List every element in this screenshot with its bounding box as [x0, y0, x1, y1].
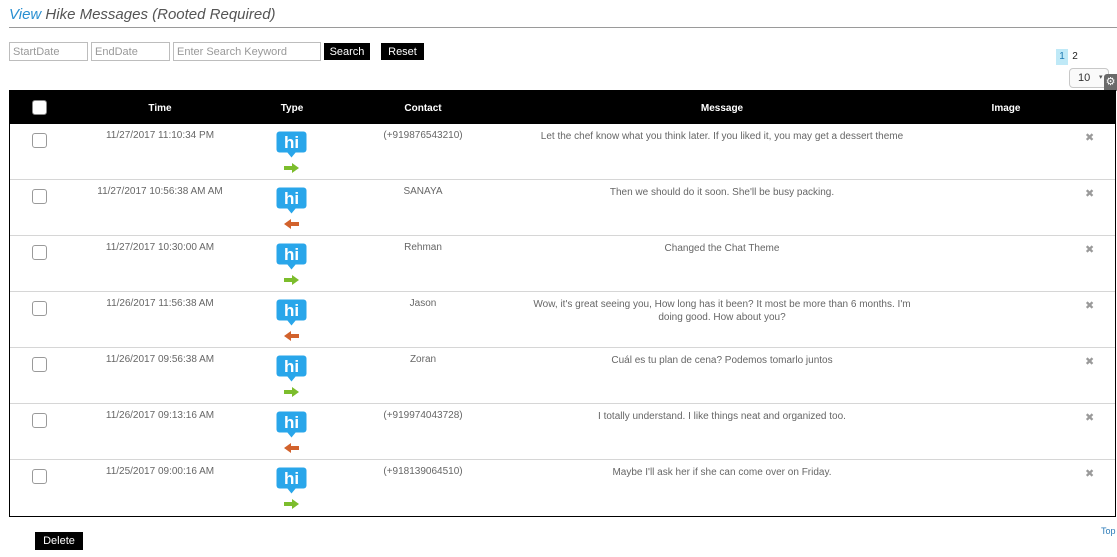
message-text: I totally understand. I like things neat…: [598, 411, 846, 422]
column-header-message[interactable]: Message: [701, 103, 743, 114]
page-2-link[interactable]: 2: [1069, 49, 1081, 65]
svg-text:hi: hi: [284, 189, 299, 208]
row-checkbox[interactable]: [32, 189, 47, 204]
page-title-text: Hike Messages (Rooted Required): [45, 6, 276, 23]
message-contact: (+919974043728): [383, 410, 463, 421]
svg-text:hi: hi: [284, 133, 299, 152]
message-text: Maybe I'll ask her if she can come over …: [612, 467, 832, 478]
message-contact: Rehman: [404, 242, 442, 253]
hike-messenger-icon: hi: [276, 131, 307, 158]
svg-text:hi: hi: [284, 357, 299, 376]
search-button[interactable]: Search: [324, 43, 370, 60]
arrow-left-icon: [284, 443, 299, 453]
table-row: 11/26/2017 09:13:16 AM hi (+919974043728) I…: [10, 404, 1115, 460]
table-row: 11/27/2017 10:56:38 AM AM hi SANAYA Then we…: [10, 180, 1115, 236]
column-header-type[interactable]: Type: [281, 103, 304, 114]
message-contact: Zoran: [409, 354, 437, 365]
svg-text:hi: hi: [284, 469, 299, 488]
table-body: 11/27/2017 11:10:34 PM hi (+919876543210) L…: [10, 124, 1115, 516]
column-header-time[interactable]: Time: [148, 103, 171, 114]
message-type: hi: [276, 187, 307, 229]
message-text: Let the chef know what you think later. …: [540, 131, 904, 142]
message-time: 11/26/2017 09:13:16 AM: [105, 410, 215, 421]
message-time: 11/25/2017 09:00:16 AM: [105, 466, 215, 477]
arrow-right-icon: [284, 275, 299, 285]
view-link[interactable]: View: [9, 6, 41, 23]
title-divider: [9, 27, 1117, 28]
close-icon[interactable]: ✖: [1085, 467, 1094, 480]
filter-bar: Search Reset: [9, 42, 424, 61]
message-contact: SANAYA: [403, 186, 443, 197]
message-time: 11/27/2017 11:10:34 PM: [105, 130, 215, 141]
svg-text:hi: hi: [284, 301, 299, 320]
arrow-right-icon: [284, 499, 299, 509]
message-time: 11/26/2017 09:56:38 AM: [105, 354, 215, 365]
table-row: 11/26/2017 09:56:38 AM hi Zoran Cuál es tu …: [10, 348, 1115, 404]
message-time: 11/27/2017 10:56:38 AM AM: [97, 186, 223, 197]
close-icon[interactable]: ✖: [1085, 299, 1094, 312]
select-all-checkbox[interactable]: [32, 100, 47, 115]
message-type: hi: [276, 355, 307, 397]
message-type: hi: [276, 299, 307, 341]
close-icon[interactable]: ✖: [1085, 411, 1094, 424]
message-contact: Jason: [409, 298, 437, 309]
page-size-select[interactable]: 10 ▾: [1069, 68, 1109, 88]
arrow-right-icon: [284, 387, 299, 397]
message-type: hi: [276, 243, 307, 285]
message-text: Then we should do it soon. She'll be bus…: [609, 187, 835, 198]
reset-button[interactable]: Reset: [381, 43, 424, 60]
message-time: 11/26/2017 11:56:38 AM: [106, 298, 214, 309]
message-text: Changed the Chat Theme: [664, 243, 780, 254]
top-link[interactable]: Top: [1101, 526, 1116, 536]
messages-table: Time Type Contact Message Image 11/27/20…: [9, 90, 1116, 517]
message-text: Wow, it's great seeing you, How long has…: [533, 299, 911, 323]
row-checkbox[interactable]: [32, 413, 47, 428]
row-checkbox[interactable]: [32, 469, 47, 484]
pagination: 1 2: [1056, 49, 1081, 65]
end-date-input[interactable]: [91, 42, 170, 61]
message-type: hi: [276, 411, 307, 453]
page-title: View Hike Messages (Rooted Required): [9, 6, 276, 23]
message-type: hi: [276, 467, 307, 509]
delete-button[interactable]: Delete: [35, 532, 83, 550]
arrow-left-icon: [284, 219, 299, 229]
arrow-left-icon: [284, 331, 299, 341]
close-icon[interactable]: ✖: [1085, 131, 1094, 144]
page-1-link[interactable]: 1: [1056, 49, 1068, 65]
hike-messenger-icon: hi: [276, 355, 307, 382]
start-date-input[interactable]: [9, 42, 88, 61]
message-contact: (+919876543210): [383, 130, 463, 141]
row-checkbox[interactable]: [32, 357, 47, 372]
search-keyword-input[interactable]: [173, 42, 321, 61]
message-contact: (+918139064510): [383, 466, 463, 477]
table-header: Time Type Contact Message Image: [10, 91, 1115, 124]
table-row: 11/27/2017 10:30:00 AM hi Rehman Changed th…: [10, 236, 1115, 292]
row-checkbox[interactable]: [32, 245, 47, 260]
svg-text:hi: hi: [284, 413, 299, 432]
table-row: 11/25/2017 09:00:16 AM hi (+918139064510) M…: [10, 460, 1115, 516]
column-header-image[interactable]: Image: [992, 103, 1021, 114]
chevron-down-icon: ▾: [1099, 74, 1103, 81]
table-row: 11/26/2017 11:56:38 AM hi Jason Wow, it's g…: [10, 292, 1115, 348]
close-icon[interactable]: ✖: [1085, 243, 1094, 256]
column-header-contact[interactable]: Contact: [404, 103, 441, 114]
row-checkbox[interactable]: [32, 301, 47, 316]
hike-messenger-icon: hi: [276, 467, 307, 494]
page-size-value: 10: [1078, 72, 1091, 84]
gear-icon[interactable]: ⚙: [1104, 74, 1117, 91]
hike-messenger-icon: hi: [276, 187, 307, 214]
arrow-right-icon: [284, 163, 299, 173]
table-row: 11/27/2017 11:10:34 PM hi (+919876543210) L…: [10, 124, 1115, 180]
close-icon[interactable]: ✖: [1085, 355, 1094, 368]
message-type: hi: [276, 131, 307, 173]
row-checkbox[interactable]: [32, 133, 47, 148]
hike-messenger-icon: hi: [276, 243, 307, 270]
hike-messenger-icon: hi: [276, 299, 307, 326]
message-text: Cuál es tu plan de cena? Podemos tomarlo…: [611, 355, 833, 366]
svg-text:hi: hi: [284, 245, 299, 264]
close-icon[interactable]: ✖: [1085, 187, 1094, 200]
hike-messenger-icon: hi: [276, 411, 307, 438]
message-time: 11/27/2017 10:30:00 AM: [105, 242, 215, 253]
